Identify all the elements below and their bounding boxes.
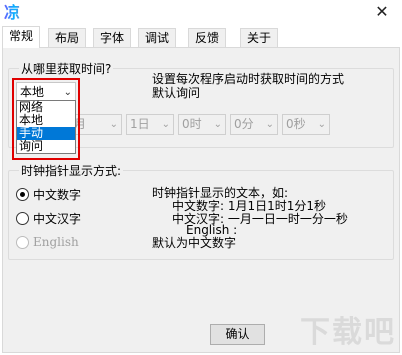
time-source-group-title: 从哪里获取时间? bbox=[19, 60, 114, 77]
chevron-down-icon: ⌄ bbox=[317, 119, 326, 130]
radio-checked-icon[interactable] bbox=[16, 187, 29, 201]
manual-hour-select[interactable]: 0时 ⌄ bbox=[178, 114, 226, 135]
manual-second-value: 0秒 bbox=[286, 117, 306, 131]
red-highlight-box bbox=[12, 78, 80, 160]
radio-label: English bbox=[33, 235, 79, 249]
tab-layout[interactable]: 布局 bbox=[48, 28, 87, 48]
manual-day-select[interactable]: 1日 ⌄ bbox=[126, 114, 174, 135]
tab-feedback[interactable]: 反馈 bbox=[188, 28, 227, 48]
time-source-default: 默认询问 bbox=[152, 86, 201, 100]
tab-about[interactable]: 关于 bbox=[240, 28, 279, 48]
tab-general[interactable]: 常规 bbox=[2, 26, 41, 48]
close-button[interactable]: ✕ bbox=[372, 2, 392, 22]
pointer-group-title: 时钟指针显示方式: bbox=[19, 162, 124, 179]
confirm-button[interactable]: 确认 bbox=[210, 324, 265, 345]
radio-chinese-characters[interactable]: 中文汉字 bbox=[16, 210, 81, 226]
app-icon: 凉 bbox=[4, 3, 26, 23]
manual-minute-value: 0分 bbox=[234, 117, 254, 131]
manual-minute-select[interactable]: 0分 ⌄ bbox=[230, 114, 278, 135]
manual-day-value: 1日 bbox=[130, 117, 150, 131]
radio-label: 中文数字 bbox=[33, 187, 82, 202]
radio-chinese-numerals[interactable]: 中文数字 bbox=[16, 186, 81, 202]
radio-disabled-icon[interactable] bbox=[16, 235, 29, 249]
title-bar: 凉 ✕ bbox=[0, 0, 402, 26]
manual-hour-value: 0时 bbox=[182, 117, 202, 131]
radio-label: 中文汉字 bbox=[33, 211, 82, 226]
chevron-down-icon: ⌄ bbox=[109, 119, 118, 130]
manual-second-select[interactable]: 0秒 ⌄ bbox=[282, 114, 330, 135]
pointer-desc-default: 默认为中文数字 bbox=[152, 236, 237, 250]
radio-unchecked-icon[interactable] bbox=[16, 211, 29, 225]
tab-debug[interactable]: 调试 bbox=[138, 28, 177, 48]
tab-bar: 常规 布局 字体 调试 反馈 关于 bbox=[2, 26, 400, 48]
radio-english[interactable]: English bbox=[16, 234, 79, 250]
chevron-down-icon: ⌄ bbox=[265, 119, 274, 130]
chevron-down-icon: ⌄ bbox=[161, 119, 170, 130]
chevron-down-icon: ⌄ bbox=[213, 119, 222, 130]
tab-font[interactable]: 字体 bbox=[93, 28, 132, 48]
